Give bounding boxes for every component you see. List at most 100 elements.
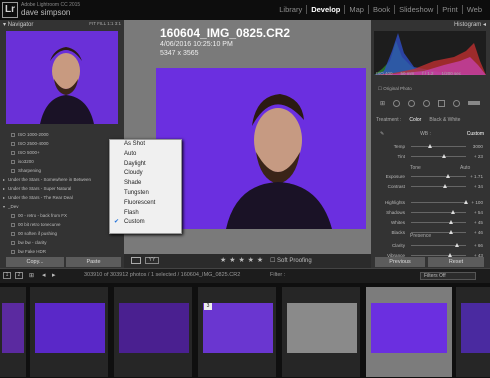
slider-knob[interactable] — [449, 230, 454, 234]
slider-knob[interactable] — [451, 210, 456, 214]
preset-item[interactable]: bw bw - clarity — [3, 238, 121, 247]
monitor-2-icon[interactable]: 2 — [15, 272, 23, 279]
slider-knob[interactable] — [448, 220, 453, 224]
main-photo[interactable] — [156, 68, 366, 229]
film-thumb[interactable]: 3 — [198, 287, 276, 377]
slider-value[interactable]: 3000 — [469, 144, 483, 149]
slider-track[interactable] — [411, 243, 466, 247]
preset-folder[interactable]: ▸ Under the Stars - Super Natural — [3, 184, 121, 193]
tone-auto-button[interactable]: Auto — [460, 165, 470, 171]
preset-item[interactable]: iso3200 — [3, 157, 121, 166]
slider-track[interactable] — [411, 200, 468, 204]
slider-track[interactable] — [411, 220, 466, 224]
slider-value[interactable]: + 100 — [469, 200, 483, 205]
graduated-filter-icon[interactable] — [437, 99, 445, 107]
treatment-bw[interactable]: Black & White — [429, 117, 460, 123]
monitor-1-icon[interactable]: 1 — [3, 272, 11, 279]
slider-tint[interactable]: Tint + 23 — [378, 153, 483, 160]
slider-track[interactable] — [411, 174, 466, 178]
slider-knob[interactable] — [464, 200, 468, 204]
crop-tool-icon[interactable] — [393, 99, 401, 107]
slider-value[interactable]: + 23 — [469, 154, 483, 159]
film-thumb[interactable] — [456, 287, 490, 377]
chevron-right-icon[interactable]: ▸ — [3, 186, 5, 191]
module-map[interactable]: Map — [345, 5, 369, 14]
preset-item[interactable]: 00 soften if pushing — [3, 229, 121, 238]
preset-item[interactable]: Sharpening — [3, 166, 121, 175]
slider-clarity[interactable]: Clarity + 66 — [378, 242, 483, 249]
slider-value[interactable]: + 1.71 — [469, 174, 483, 179]
slider-value[interactable]: + 54 — [469, 210, 483, 215]
wb-menu-item[interactable]: Tungsten — [110, 189, 181, 199]
chevron-down-icon[interactable]: ▾ — [3, 204, 5, 209]
slider-contrast[interactable]: Contrast + 34 — [378, 183, 483, 190]
spot-removal-icon[interactable] — [408, 99, 415, 107]
wb-menu-item[interactable]: Cloudy — [110, 169, 181, 179]
film-thumb[interactable] — [114, 287, 192, 377]
chevron-right-icon[interactable]: ▸ — [3, 195, 5, 200]
module-develop[interactable]: Develop — [307, 5, 346, 14]
treatment-color[interactable]: Color — [409, 117, 421, 123]
star-rating[interactable]: ★ ★ ★ ★ ★ — [220, 256, 264, 264]
preset-item[interactable]: ISO 5000+ — [3, 148, 121, 157]
previous-button[interactable]: Previous — [375, 257, 425, 267]
slider-value[interactable]: + 66 — [469, 243, 483, 248]
slider-track[interactable] — [411, 144, 466, 148]
slider-exposure[interactable]: Exposure + 1.71 — [378, 173, 483, 180]
preset-folder[interactable]: ▸ Under the Stars - The Rear Deal — [3, 193, 121, 202]
module-slideshow[interactable]: Slideshow — [395, 5, 439, 14]
slider-track[interactable] — [411, 210, 466, 214]
module-web[interactable]: Web — [463, 5, 486, 14]
slider-value[interactable]: + 34 — [469, 184, 483, 189]
slider-track[interactable] — [411, 253, 466, 257]
slider-knob[interactable] — [454, 243, 459, 247]
navigator-header[interactable]: ▾ Navigator FIT FILL 1:1 3:1 — [3, 21, 121, 30]
grid-view-icon[interactable]: ⊞ — [29, 272, 34, 279]
slider-knob[interactable] — [446, 174, 451, 178]
wb-menu-item[interactable]: As Shot — [110, 140, 181, 150]
preset-folder[interactable]: ▾ _Dev — [3, 202, 121, 211]
film-thumb[interactable] — [0, 287, 26, 377]
before-after-icon[interactable]: YY — [145, 257, 159, 264]
wb-menu-item[interactable]: Daylight — [110, 160, 181, 170]
radial-filter-icon[interactable] — [452, 99, 460, 107]
chevron-right-icon[interactable]: ▸ — [3, 177, 5, 182]
module-book[interactable]: Book — [369, 5, 396, 14]
back-arrow-icon[interactable]: ◂ — [42, 271, 46, 279]
wb-select[interactable]: Custom — [467, 131, 484, 137]
slider-temp[interactable]: Temp 3000 — [378, 143, 483, 150]
copy-button[interactable]: Copy... — [6, 257, 64, 267]
filters-select[interactable]: Filters Off — [420, 272, 476, 280]
preset-item[interactable]: 00 bit retro tonecurve — [3, 220, 121, 229]
slider-track[interactable] — [411, 154, 466, 158]
slider-track[interactable] — [411, 184, 466, 188]
slider-knob[interactable] — [428, 144, 433, 148]
preset-item[interactable]: bw Fake HDR — [3, 247, 121, 256]
eyedropper-icon[interactable]: ✎ — [380, 131, 384, 137]
preset-item[interactable]: ISO 1000-2000 — [3, 130, 121, 139]
slider-value[interactable]: + 46 — [469, 230, 483, 235]
module-library[interactable]: Library — [275, 5, 308, 14]
grid-tool-icon[interactable]: ⊞ — [380, 100, 385, 107]
film-thumb[interactable] — [282, 287, 360, 377]
film-thumb[interactable] — [30, 287, 108, 377]
reset-button[interactable]: Reset — [428, 257, 484, 267]
preset-item[interactable]: ISO 2500-4000 — [3, 139, 121, 148]
loupe-view-icon[interactable] — [131, 257, 141, 264]
slider-knob[interactable] — [442, 154, 446, 158]
red-eye-icon[interactable] — [422, 99, 430, 107]
film-thumb-selected[interactable] — [366, 287, 452, 377]
original-photo-checkbox[interactable]: ☐ Original Photo — [378, 86, 412, 92]
soft-proofing-checkbox[interactable]: ☐ Soft Proofing — [270, 257, 312, 264]
navigator-zoom-options[interactable]: FIT FILL 1:1 3:1 — [89, 21, 121, 26]
slider-highlights[interactable]: Highlights + 100 — [378, 199, 483, 206]
wb-menu-item[interactable]: Flash — [110, 209, 181, 219]
module-print[interactable]: Print — [438, 5, 463, 14]
wb-menu-item[interactable]: Auto — [110, 150, 181, 160]
slider-whites[interactable]: Whites + 45 — [378, 219, 483, 226]
slider-shadows[interactable]: Shadows + 54 — [378, 209, 483, 216]
wb-menu-item[interactable]: ✔ Custom — [110, 218, 181, 228]
slider-value[interactable]: + 45 — [469, 220, 483, 225]
paste-button[interactable]: Paste — [66, 257, 121, 267]
histogram[interactable] — [374, 31, 486, 75]
